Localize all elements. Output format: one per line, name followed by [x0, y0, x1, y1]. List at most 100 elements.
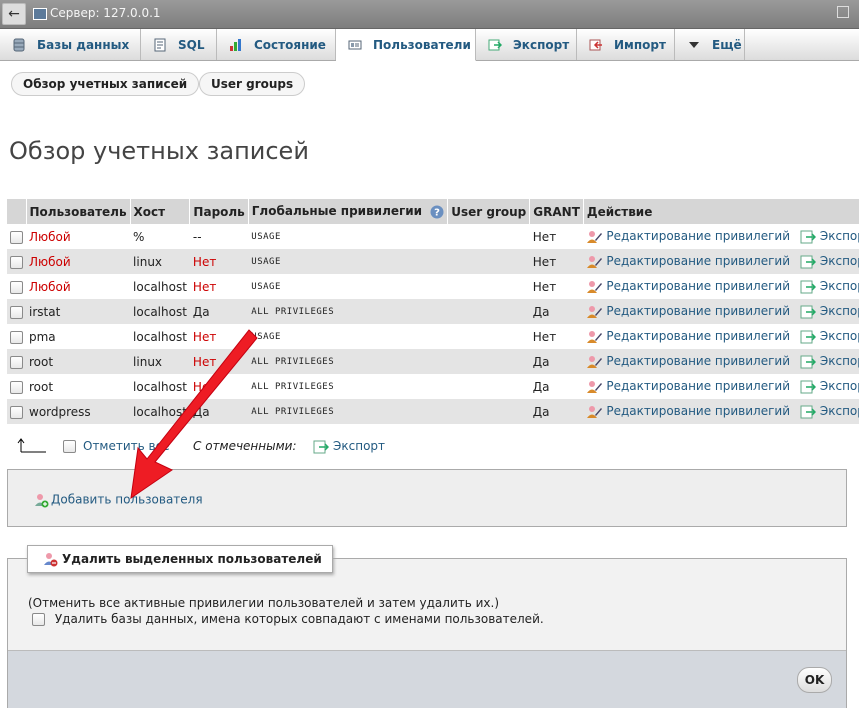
server-title-bar: ← Сервер: 127.0.0.1 — [0, 0, 859, 29]
bulk-export-link[interactable]: Экспорт — [313, 439, 385, 454]
delete-legend-label: Удалить выделенных пользователей — [62, 552, 322, 566]
delete-footer — [8, 650, 846, 708]
edit-privileges-link[interactable]: Редактирование привилегий — [586, 254, 793, 268]
row-checkbox[interactable] — [10, 355, 23, 369]
cell-user: irstat — [26, 299, 131, 324]
export-icon — [313, 440, 329, 453]
export-icon — [800, 230, 816, 244]
subtab-user-groups[interactable]: User groups — [199, 72, 306, 96]
main-tabs: Базы данных SQL Состояние Пользователи Э… — [0, 29, 859, 61]
edit-privileges-label: Редактирование привилегий — [606, 404, 791, 419]
delete-user-icon — [44, 553, 58, 567]
export-icon — [800, 255, 816, 269]
export-link[interactable]: Экспорт — [800, 229, 859, 244]
header-host[interactable]: Хост — [130, 199, 191, 224]
export-icon — [488, 39, 502, 50]
cell-host: localhost — [130, 299, 190, 324]
tab-status[interactable]: Состояние — [217, 29, 336, 60]
row-checkbox[interactable] — [10, 230, 23, 244]
tab-export[interactable]: Экспорт — [476, 29, 577, 60]
cell-user: Любой — [26, 274, 131, 299]
row-checkbox-cell — [7, 374, 26, 399]
row-checkbox-cell — [7, 299, 26, 324]
subtab-accounts-overview[interactable]: Обзор учетных записей — [11, 72, 200, 96]
cell-actions: Редактирование привилегий Экспорт — [583, 224, 859, 249]
tab-sql[interactable]: SQL — [141, 29, 217, 60]
cell-privileges: USAGE — [248, 249, 448, 274]
row-checkbox[interactable] — [10, 330, 23, 344]
header-user-group[interactable]: User group — [447, 199, 531, 224]
cell-user: root — [26, 349, 131, 374]
drop-db-label: Удалить базы данных, имена которых совпа… — [54, 612, 544, 626]
page-title: Обзор учетных записей — [9, 137, 309, 165]
cell-host: localhost — [130, 274, 190, 299]
ok-button[interactable]: OK — [797, 667, 832, 693]
table-header-row: Пользователь Хост Пароль Глобальные прив… — [7, 199, 859, 224]
row-checkbox[interactable] — [10, 305, 23, 319]
tab-label: Импорт — [614, 37, 666, 52]
tab-label: Экспорт — [513, 37, 570, 52]
cell-password: Нет — [189, 249, 249, 274]
cell-host: linux — [130, 349, 190, 374]
edit-privileges-link[interactable]: Редактирование привилегий — [586, 279, 793, 293]
tab-users[interactable]: Пользователи — [336, 29, 476, 61]
export-link[interactable]: Экспорт — [800, 304, 859, 319]
chevron-down-icon — [689, 41, 699, 48]
back-button[interactable]: ← — [2, 3, 26, 25]
row-checkbox-cell — [7, 349, 26, 374]
export-link[interactable]: Экспорт — [800, 379, 859, 394]
add-user-link[interactable]: Добавить пользователя — [33, 492, 203, 508]
row-checkbox[interactable] — [10, 255, 23, 269]
edit-privileges-link[interactable]: Редактирование привилегий — [586, 354, 793, 368]
check-all-label[interactable]: Отметить все — [83, 439, 170, 453]
edit-privileges-link[interactable]: Редактирование привилегий — [586, 329, 793, 343]
export-link[interactable]: Экспорт — [800, 254, 859, 269]
header-password[interactable]: Пароль — [189, 199, 249, 224]
table-row: Любой % -- USAGE Нет Редактирование прив… — [7, 224, 859, 249]
cell-host: % — [130, 224, 190, 249]
help-icon[interactable]: ? — [430, 205, 444, 219]
cell-actions: Редактирование привилегий Экспорт — [583, 399, 859, 424]
cell-grant: Да — [529, 399, 584, 424]
edit-privileges-icon — [587, 355, 603, 368]
header-user[interactable]: Пользователь — [26, 199, 131, 224]
edit-privileges-link[interactable]: Редактирование привилегий — [586, 379, 793, 393]
row-checkbox[interactable] — [10, 380, 23, 394]
collapse-icon[interactable] — [837, 6, 849, 18]
delete-note: (Отменить все активные привилегии пользо… — [28, 596, 500, 610]
cell-user: root — [26, 374, 131, 399]
row-checkbox[interactable] — [10, 405, 23, 419]
tab-import[interactable]: Импорт — [577, 29, 675, 60]
edit-privileges-label: Редактирование привилегий — [606, 379, 791, 394]
users-table: Пользователь Хост Пароль Глобальные прив… — [7, 199, 859, 424]
export-link[interactable]: Экспорт — [800, 354, 859, 369]
cell-grant: Да — [529, 349, 584, 374]
status-icon — [230, 38, 241, 51]
header-global-privileges[interactable]: Глобальные привилегии ? — [248, 199, 449, 224]
export-link[interactable]: Экспорт — [800, 279, 859, 294]
cell-user-group — [447, 374, 530, 399]
drop-db-option[interactable]: Удалить базы данных, имена которых совпа… — [32, 612, 544, 626]
export-link[interactable]: Экспорт — [800, 329, 859, 344]
check-all-checkbox[interactable] — [63, 440, 76, 453]
row-checkbox-cell — [7, 224, 26, 249]
edit-privileges-link[interactable]: Редактирование привилегий — [586, 229, 793, 243]
tab-databases[interactable]: Базы данных — [0, 29, 141, 60]
drop-db-checkbox[interactable] — [32, 613, 45, 626]
tab-more[interactable]: Ещё — [675, 29, 745, 60]
table-row: Любой localhost Нет USAGE Нет Редактиров… — [7, 274, 859, 299]
cell-privileges: ALL PRIVILEGES — [248, 349, 448, 374]
sql-icon — [154, 38, 166, 51]
table-row: root linux Нет ALL PRIVILEGES Да Редакти… — [7, 349, 859, 374]
edit-privileges-link[interactable]: Редактирование привилегий — [586, 304, 793, 318]
edit-privileges-link[interactable]: Редактирование привилегий — [586, 404, 793, 418]
cell-host: localhost — [130, 324, 190, 349]
export-label: Экспорт — [819, 304, 859, 319]
export-link[interactable]: Экспорт — [800, 404, 859, 419]
edit-privileges-label: Редактирование привилегий — [606, 229, 791, 244]
edit-privileges-icon — [587, 330, 603, 343]
header-checkbox-col — [7, 199, 27, 224]
header-grant[interactable]: GRANT — [529, 199, 584, 224]
row-checkbox[interactable] — [10, 280, 23, 294]
delete-users-legend: Удалить выделенных пользователей — [27, 545, 333, 573]
